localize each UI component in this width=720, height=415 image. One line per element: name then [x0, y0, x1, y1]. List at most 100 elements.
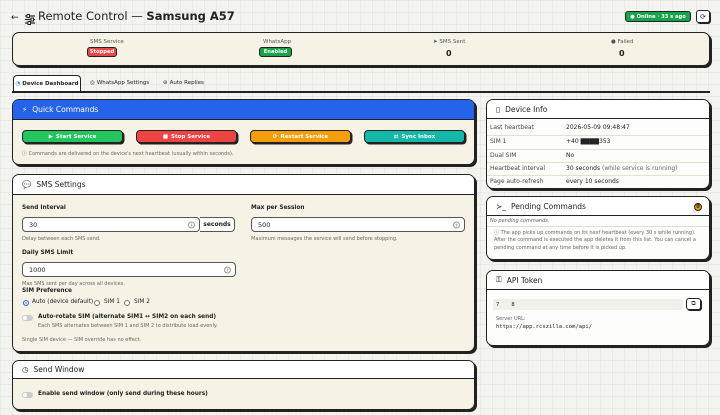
device-info-card: ▯ Device Info Last heartbeat 2026-05-09 0… [486, 99, 710, 189]
info-value: 2026-05-09 09:48:47 [566, 124, 630, 131]
sms-settings-header: 💬 SMS Settings [13, 175, 474, 195]
terminal-icon: ≻_ [496, 201, 507, 211]
summary-card: SMS Service Stopped WhatsApp Enabled ➤ S… [12, 32, 710, 66]
sim-1-radio[interactable] [94, 300, 100, 306]
sim-auto-label: Auto (device default) [32, 299, 94, 305]
chat-icon: 💬 [22, 180, 32, 189]
info-value: 30 seconds (while service is running) [566, 165, 678, 172]
tabs-divider [12, 91, 710, 93]
restart-icon: ⟳ [272, 133, 278, 140]
quick-commands-card: ⚡ Quick Commands ▶ Start Service ■ Stop Ser… [12, 99, 475, 165]
failed-label: ● Failed [611, 39, 634, 45]
stop-icon: ■ [162, 133, 169, 140]
tab-device-dashboard[interactable]: ◔ Device Dashboard [13, 75, 81, 92]
divider [487, 135, 709, 136]
back-icon[interactable]: ← [11, 13, 19, 23]
failed-icon: ● [611, 39, 616, 45]
max-per-session-label: Max per Session [251, 205, 305, 211]
refresh-button[interactable]: ⟳ [696, 10, 710, 23]
sliders-icon [25, 10, 35, 25]
info-icon: ⓘ [22, 151, 28, 157]
page-title: Remote Control — Samsung A57 [38, 9, 235, 23]
refresh-icon: ⟳ [700, 12, 706, 21]
send-window-card: ◷ Send Window Enable send window (only se… [12, 360, 475, 410]
send-window-header: ◷ Send Window [13, 361, 474, 379]
sim-1-label: SIM 1 [104, 299, 120, 305]
failed-value: 0 [619, 49, 625, 58]
restart-service-button[interactable]: ⟳ Restart Service [250, 130, 351, 143]
sim-2-radio[interactable] [124, 300, 130, 306]
auto-rotate-help: Each SMS alternates between SIM 1 and SI… [38, 323, 218, 329]
sync-icon: ⇄ [393, 133, 399, 140]
info-value: No [566, 152, 575, 159]
send-interval-unit: seconds [200, 217, 235, 232]
sim-preference-label: SIM Preference [22, 288, 72, 294]
sms-sent-label: ➤ SMS Sent [433, 39, 466, 45]
stepper-icon[interactable]: ⇕ [224, 266, 231, 273]
dashboard-icon: ◔ [15, 81, 21, 87]
send-interval-input[interactable]: 30 ⇕ [22, 217, 200, 232]
stop-service-button[interactable]: ■ Stop Service [136, 130, 237, 143]
sync-inbox-button[interactable]: ⇄ Sync Inbox [364, 130, 465, 143]
status-dot-icon: ● [630, 13, 635, 20]
stepper-icon[interactable]: ⇕ [188, 221, 195, 228]
robot-icon: ⊚ [163, 80, 168, 86]
send-window-toggle[interactable] [22, 392, 33, 398]
status-badge: ● Online · 33 s ago [625, 11, 691, 22]
api-token-header: ⚿ API Token [487, 271, 709, 290]
whatsapp-label: WhatsApp [263, 39, 292, 45]
pending-divider [487, 226, 709, 227]
whatsapp-status-badge: Enabled [259, 47, 292, 57]
max-per-session-help: Maximum messages the service will send b… [251, 236, 398, 242]
device-info-header: ▯ Device Info [487, 100, 709, 119]
whatsapp-icon: ◎ [90, 80, 95, 86]
tab-auto-replies[interactable]: ⊚ Auto Replies [163, 75, 213, 91]
info-label: Dual SIM [490, 152, 517, 159]
info-label: Page auto-refresh [490, 178, 544, 185]
daily-limit-input[interactable]: 1000 ⇕ [22, 262, 236, 277]
sim-auto-radio[interactable] [23, 300, 29, 306]
daily-limit-label: Daily SMS Limit [22, 250, 74, 256]
stepper-icon[interactable]: ⇕ [453, 221, 460, 228]
send-interval-label: Send Interval [22, 205, 66, 211]
send-icon: ➤ [433, 39, 438, 45]
key-icon: ⚿ [496, 275, 502, 284]
start-service-button[interactable]: ▶ Start Service [22, 130, 123, 143]
quick-commands-note: ⓘ Commands are delivered on the device's… [22, 151, 234, 157]
tab-whatsapp-settings[interactable]: ◎ WhatsApp Settings [90, 75, 152, 91]
pending-commands-header: ≻_ Pending Commands [487, 197, 709, 216]
pending-commands-card: ≻_ Pending Commands 0 No pending commands… [486, 196, 710, 260]
divider [487, 175, 709, 176]
send-window-toggle-label: Enable send window (only send during the… [38, 391, 208, 397]
daily-limit-help: Max SMS sent per day across all devices. [22, 281, 125, 287]
server-url-value: https://app.rcszilla.com/api/ [496, 324, 593, 330]
info-value: +40 ▇▇▇▇353 [566, 138, 611, 145]
auto-rotate-toggle[interactable] [22, 315, 33, 321]
sms-sent-value: 0 [446, 49, 452, 58]
info-icon: ⓘ [494, 230, 500, 236]
pending-note: ⓘ The app picks up commands on its next … [494, 230, 696, 251]
clock-icon: ◷ [22, 365, 29, 374]
api-token-card: ⚿ API Token 78 ⧉ Server URL: https://app.… [486, 270, 710, 346]
bolt-icon: ⚡ [22, 105, 28, 114]
info-label: Last heartbeat [490, 124, 534, 131]
pending-count-badge: 0 [694, 203, 702, 211]
copy-icon: ⧉ [691, 300, 696, 307]
sms-settings-card: 💬 SMS Settings Send Interval 30 ⇕ seconds… [12, 174, 475, 352]
info-value: every 10 seconds [566, 178, 619, 185]
send-interval-help: Delay between each SMS send. [22, 236, 101, 242]
copy-token-button[interactable]: ⧉ [686, 298, 701, 310]
server-url-label: Server URL: [496, 316, 526, 322]
sms-service-label: SMS Service [90, 39, 124, 45]
divider [487, 149, 709, 150]
play-icon: ▶ [48, 133, 53, 140]
divider [487, 162, 709, 163]
max-per-session-input[interactable]: 500 ⇕ [251, 217, 465, 232]
single-sim-note: Single SIM device — SIM override has no … [22, 337, 142, 343]
auto-rotate-label: Auto-rotate SIM (alternate SIM1 ↔ SIM2 o… [38, 314, 217, 320]
info-label: SIM 1 [490, 138, 507, 145]
pending-empty: No pending commands. [490, 218, 550, 224]
phone-icon: ▯ [496, 104, 501, 114]
api-token-field[interactable]: 78 [493, 299, 683, 310]
sms-service-status-badge: Stopped [87, 47, 117, 57]
